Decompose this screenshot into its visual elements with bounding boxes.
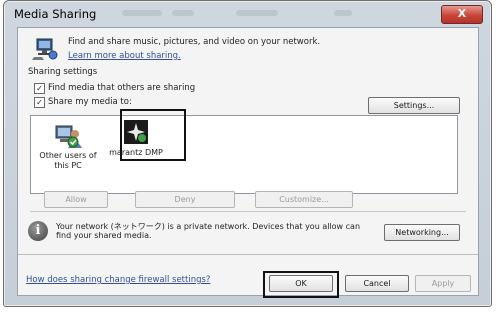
blurred-background-text (172, 10, 194, 16)
cancel-button[interactable]: Cancel (345, 275, 409, 292)
apply-button[interactable]: Apply (415, 275, 471, 292)
blurred-background-text (236, 10, 278, 16)
window-title: Media Sharing (14, 7, 97, 21)
divider (30, 211, 466, 212)
firewall-settings-link[interactable]: How does sharing change firewall setting… (26, 275, 210, 285)
media-sharing-icon (32, 38, 58, 60)
close-icon: X (457, 7, 467, 20)
close-button[interactable]: X (441, 5, 483, 24)
media-sharing-window: Media Sharing X Find and share music, pi… (3, 0, 492, 307)
device-highlight-box (120, 109, 186, 161)
device-list[interactable]: Other users of this PC marantz DMP (30, 115, 458, 194)
sharing-settings-label: Sharing settings (28, 67, 98, 77)
device-item-other-users[interactable]: Other users of this PC (35, 122, 101, 182)
intro-text: Find and share music, pictures, and vide… (68, 37, 321, 47)
settings-button[interactable]: Settings... (368, 97, 460, 114)
networking-button[interactable]: Networking... (384, 224, 460, 241)
share-media-label: Share my media to: (48, 97, 132, 107)
divider (18, 254, 478, 255)
deny-button[interactable]: Deny (135, 191, 235, 208)
blurred-background-text (334, 10, 352, 16)
users-pc-icon (55, 125, 82, 148)
device-label: Other users of (39, 151, 97, 160)
title-bar[interactable]: Media Sharing X (4, 1, 491, 27)
device-label: this PC (54, 161, 82, 170)
info-icon: i (28, 221, 48, 241)
learn-more-link[interactable]: Learn more about sharing. (68, 51, 181, 61)
network-info-line2: find your shared media. (56, 231, 152, 240)
blurred-background-text (122, 10, 162, 16)
find-media-checkbox[interactable]: ✓ (34, 83, 45, 94)
find-media-label: Find media that others are sharing (48, 83, 196, 93)
customize-button[interactable]: Customize... (255, 191, 353, 208)
dialog-content: Find and share music, pictures, and vide… (17, 27, 479, 298)
share-media-checkbox[interactable]: ✓ (34, 97, 45, 108)
ok-button[interactable]: OK (269, 275, 333, 292)
allow-button[interactable]: Allow (44, 191, 108, 208)
